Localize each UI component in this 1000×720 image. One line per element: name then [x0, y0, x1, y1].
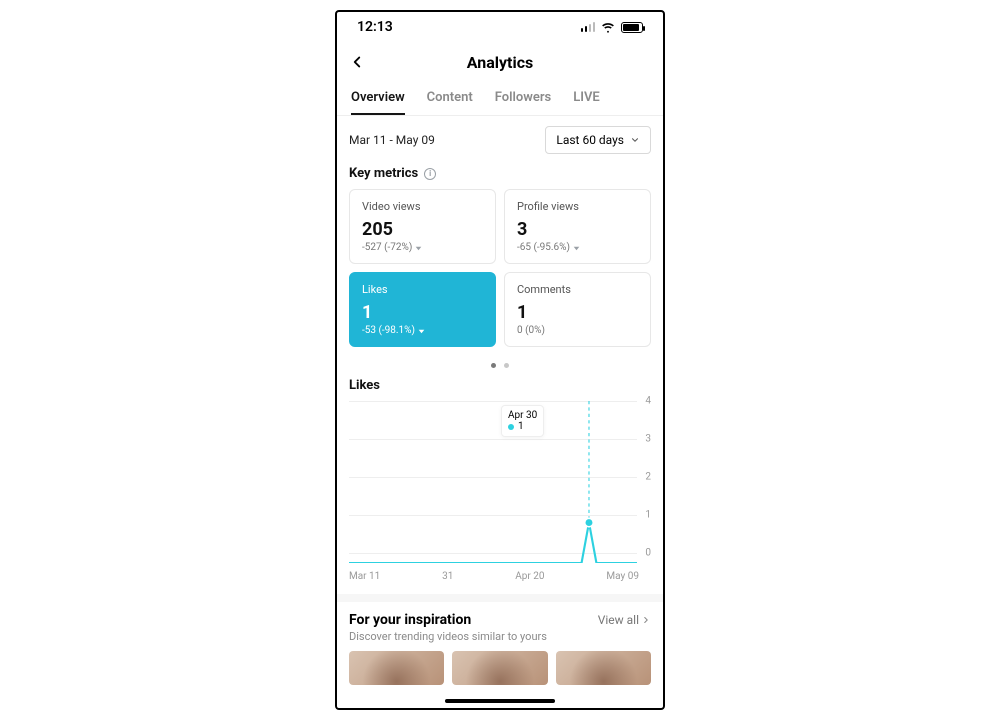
- inspiration-title: For your inspiration: [349, 612, 471, 628]
- status-icons: [581, 20, 644, 34]
- battery-icon: [621, 22, 643, 33]
- video-thumbnail[interactable]: [349, 651, 444, 685]
- metric-value: 1: [362, 302, 483, 323]
- date-range-label: Mar 11 - May 09: [349, 133, 435, 147]
- home-indicator: [445, 699, 555, 703]
- metric-card-profile-views[interactable]: Profile views 3 -65 (-95.6%): [504, 189, 651, 264]
- metric-label: Likes: [362, 283, 483, 296]
- metric-delta: -527 (-72%): [362, 242, 483, 253]
- tooltip-date: Apr 30: [508, 410, 537, 421]
- tab-live[interactable]: LIVE: [573, 90, 600, 115]
- metric-card-video-views[interactable]: Video views 205 -527 (-72%): [349, 189, 496, 264]
- inspiration-thumbnails: [337, 651, 663, 685]
- wifi-icon: [601, 20, 615, 34]
- pager-dot[interactable]: [504, 363, 509, 368]
- pager-dot[interactable]: [491, 363, 496, 368]
- metric-label: Profile views: [517, 200, 638, 213]
- metrics-pager: [337, 347, 663, 378]
- key-metrics-heading: Key metrics i: [337, 162, 663, 189]
- chart-tooltip: Apr 30 1: [501, 405, 544, 437]
- x-tick: Mar 11: [349, 571, 380, 582]
- y-tick: 3: [645, 434, 651, 445]
- metric-delta: -53 (-98.1%): [362, 325, 483, 336]
- metric-card-comments[interactable]: Comments 1 0 (0%): [504, 272, 651, 347]
- series-dot-icon: [508, 424, 514, 430]
- inspiration-header: For your inspiration View all: [337, 602, 663, 630]
- metric-delta: 0 (0%): [517, 325, 638, 336]
- trend-down-icon: [418, 327, 425, 334]
- x-tick: May 09: [606, 571, 639, 582]
- metric-label: Comments: [517, 283, 638, 296]
- metric-value: 1: [517, 302, 638, 323]
- date-range-selector-label: Last 60 days: [556, 133, 624, 147]
- phone-frame: 12:13 Analytics Overview Content Followe…: [335, 10, 665, 710]
- metric-value: 3: [517, 219, 638, 240]
- date-range-selector[interactable]: Last 60 days: [545, 126, 651, 154]
- chevron-down-icon: [630, 135, 640, 145]
- video-thumbnail[interactable]: [452, 651, 547, 685]
- y-tick: 0: [645, 548, 651, 559]
- section-separator: [337, 594, 663, 602]
- trend-down-icon: [573, 244, 580, 251]
- chevron-right-icon: [641, 615, 651, 625]
- tooltip-value: 1: [518, 421, 524, 432]
- x-tick: Apr 20: [515, 571, 544, 582]
- clock: 12:13: [357, 19, 393, 35]
- x-tick: 31: [442, 571, 453, 582]
- likes-chart[interactable]: 4 3 2 1 0 Apr 30 1 Mar 11 31 Apr 20 May …: [337, 399, 663, 582]
- tabs: Overview Content Followers LIVE: [337, 82, 663, 116]
- inspiration-subtitle: Discover trending videos similar to your…: [337, 630, 663, 651]
- view-all-label: View all: [598, 613, 639, 627]
- tab-overview[interactable]: Overview: [351, 90, 405, 115]
- chart-svg: [349, 401, 637, 563]
- filter-row: Mar 11 - May 09 Last 60 days: [337, 116, 663, 162]
- status-bar: 12:13: [337, 12, 663, 42]
- cellular-icon: [581, 22, 596, 32]
- page-title: Analytics: [467, 53, 534, 72]
- nav-header: Analytics: [337, 42, 663, 82]
- metric-value: 205: [362, 219, 483, 240]
- metric-label: Video views: [362, 200, 483, 213]
- y-tick: 1: [645, 510, 651, 521]
- info-icon[interactable]: i: [424, 168, 436, 180]
- x-axis: Mar 11 31 Apr 20 May 09: [349, 569, 651, 582]
- metric-cards: Video views 205 -527 (-72%) Profile view…: [337, 189, 663, 347]
- tab-followers[interactable]: Followers: [495, 90, 551, 115]
- trend-down-icon: [415, 244, 422, 251]
- back-button[interactable]: [345, 50, 369, 74]
- view-all-button[interactable]: View all: [598, 613, 651, 627]
- key-metrics-heading-text: Key metrics: [349, 166, 418, 181]
- metric-delta: -65 (-95.6%): [517, 242, 638, 253]
- metric-card-likes[interactable]: Likes 1 -53 (-98.1%): [349, 272, 496, 347]
- video-thumbnail[interactable]: [556, 651, 651, 685]
- tab-content[interactable]: Content: [427, 90, 473, 115]
- y-tick: 2: [645, 472, 651, 483]
- chevron-left-icon: [348, 53, 366, 71]
- y-tick: 4: [645, 396, 651, 407]
- chart-title: Likes: [337, 378, 663, 399]
